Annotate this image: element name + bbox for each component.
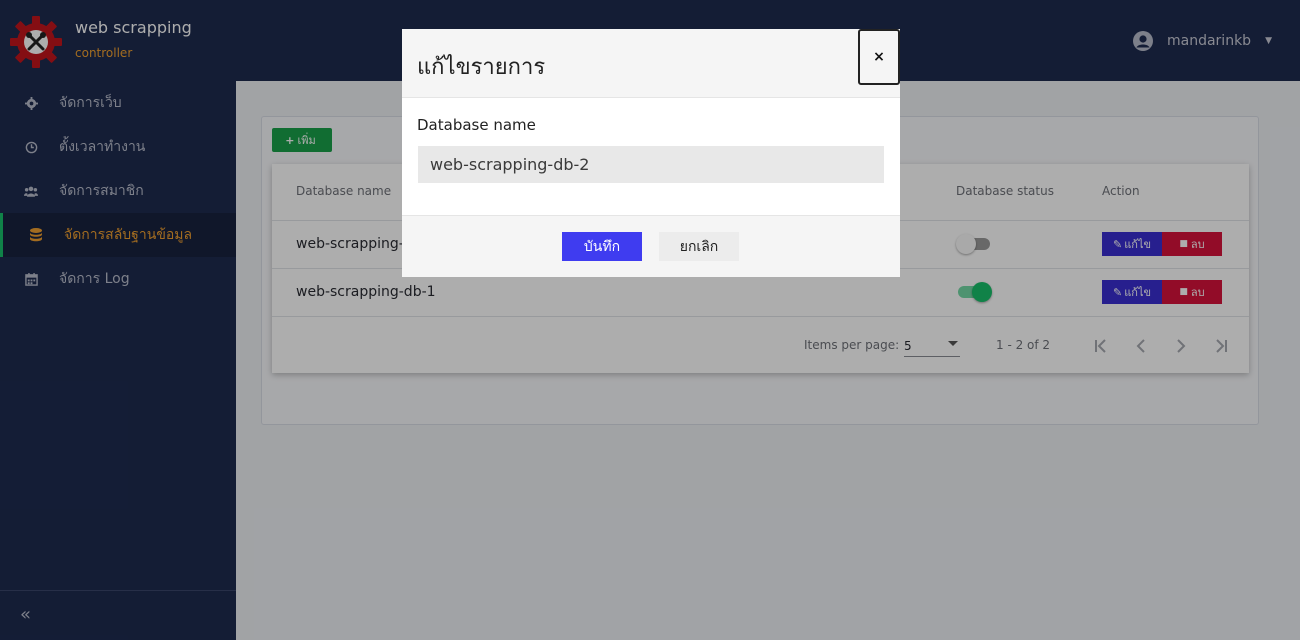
edit-dialog: แก้ไขรายการ × Database name บันทึก ยกเลิ… (402, 29, 900, 277)
dialog-title: แก้ไขรายการ (417, 55, 546, 80)
dialog-header: แก้ไขรายการ × (402, 29, 900, 98)
database-name-label: Database name (417, 116, 536, 134)
close-button[interactable]: × (858, 29, 900, 85)
close-icon: × (873, 49, 885, 65)
cancel-button[interactable]: ยกเลิก (659, 232, 739, 261)
dialog-footer: บันทึก ยกเลิก (402, 215, 900, 277)
database-name-input[interactable] (418, 146, 884, 183)
save-button[interactable]: บันทึก (562, 232, 642, 261)
